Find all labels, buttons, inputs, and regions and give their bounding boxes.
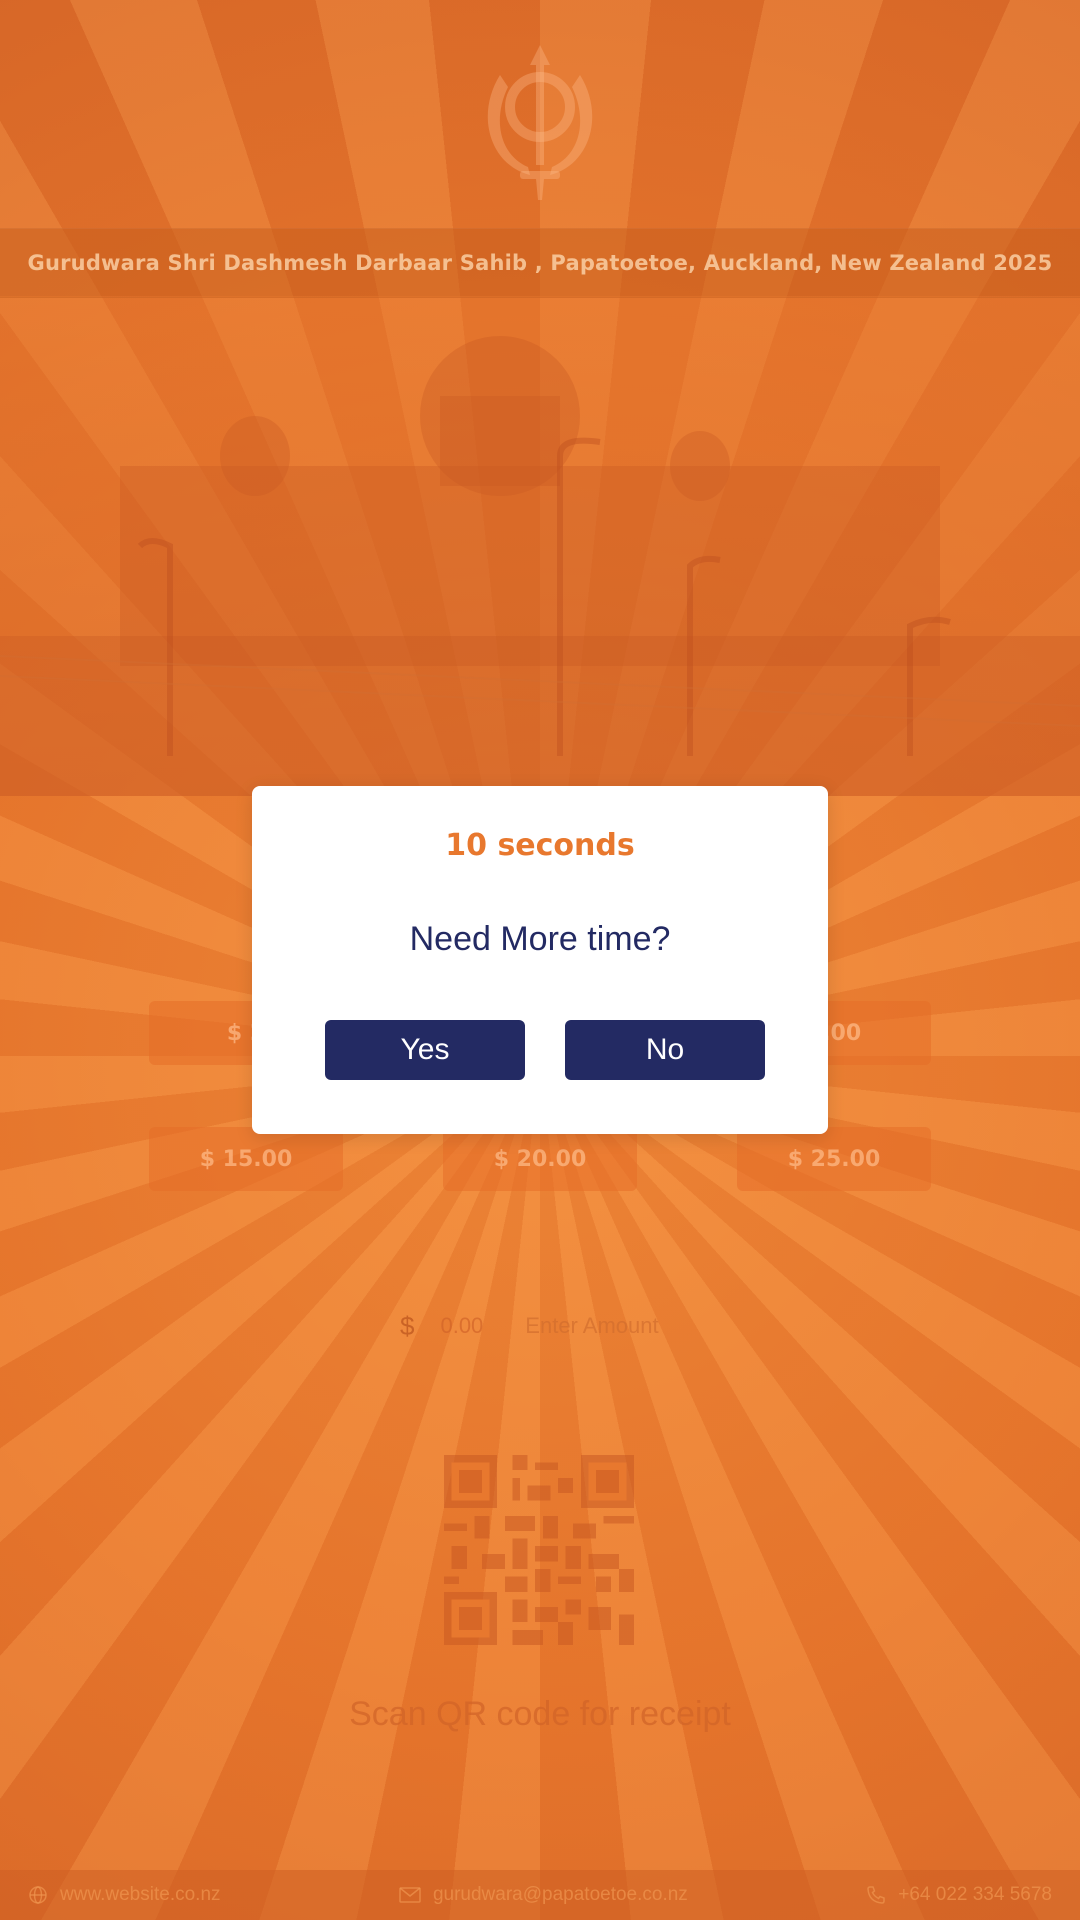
scan-qr-caption: Scan QR code for receipt [349,1695,731,1733]
email-text: gurudwara@papatoetoe.co.nz [432,1884,688,1905]
footer-website[interactable]: www.website.co.nz [28,1884,221,1906]
timeout-dialog: 10 seconds Need More time? Yes No [252,786,828,1134]
phone-text: +64 022 334 5678 [898,1884,1052,1905]
amount-button-25[interactable]: $ 25.00 [737,1127,931,1191]
dialog-question: Need More time? [409,920,671,958]
phone-icon [867,1886,885,1904]
globe-icon [29,1886,47,1904]
currency-symbol: $ [400,1310,415,1341]
countdown-timer: 10 seconds [445,828,635,863]
footer: www.website.co.nz gurudwara@papatoetoe.c… [0,1870,1080,1920]
amount-value[interactable]: 0.00 [440,1313,483,1339]
header [0,0,1080,228]
no-button[interactable]: No [565,1020,765,1080]
yes-button[interactable]: Yes [325,1020,525,1080]
amount-button-15[interactable]: $ 15.00 [149,1127,343,1191]
footer-phone[interactable]: +64 022 334 5678 [866,1884,1052,1906]
qr-code [444,1455,634,1645]
temple-banner-image [0,296,1080,796]
mail-icon [399,1887,421,1903]
amount-button-20[interactable]: $ 20.00 [443,1127,637,1191]
footer-email[interactable]: gurudwara@papatoetoe.co.nz [399,1884,688,1906]
amount-placeholder[interactable]: Enter Amount [525,1313,658,1339]
website-text: www.website.co.nz [60,1884,221,1905]
title-bar: Gurudwara Shri Dashmesh Darbaar Sahib , … [0,228,1080,298]
custom-amount-field[interactable]: $ 0.00 Enter Amount [400,1306,700,1346]
khanda-icon [487,45,593,200]
page-title: Gurudwara Shri Dashmesh Darbaar Sahib , … [27,251,1053,275]
